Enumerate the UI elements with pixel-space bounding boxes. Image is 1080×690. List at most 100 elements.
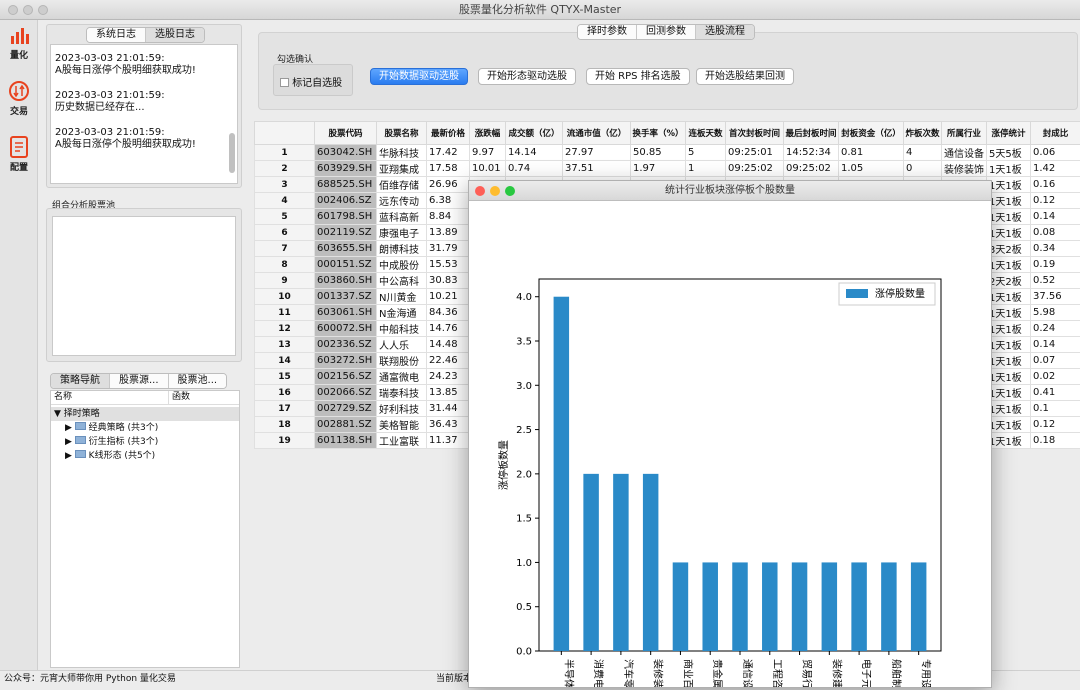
column-header[interactable]: 涨跌幅 [470, 122, 506, 145]
checkbox-box[interactable] [280, 78, 289, 87]
bar [583, 474, 598, 651]
bar [613, 474, 628, 651]
table-cell: 0.02 [1031, 369, 1080, 385]
table-cell: 30.83 [427, 273, 470, 289]
column-header[interactable]: 股票名称 [377, 122, 427, 145]
tree-node[interactable]: ▶ 衍生指标 (共3个) [51, 435, 239, 449]
column-header[interactable]: 连板天数 [686, 122, 726, 145]
sidebar-item-trade[interactable]: 交易 [3, 80, 35, 124]
checkbox-label: 标记自选股 [292, 78, 342, 89]
x-tick-label: 半导体 [562, 659, 575, 687]
table-row[interactable]: 2603929.SH亚翔集成17.5810.010.7437.511.97109… [255, 161, 1080, 177]
y-tick-label: 4.0 [516, 292, 532, 303]
table-cell: 1天1板 [987, 417, 1031, 433]
table-row[interactable]: 1603042.SH华脉科技17.429.9714.1427.9750.8550… [255, 145, 1080, 161]
table-cell: 0.41 [1031, 385, 1080, 401]
log-scrollbar[interactable] [229, 133, 235, 173]
table-cell: 1.42 [1031, 161, 1080, 177]
row-index: 11 [255, 305, 315, 321]
log-time: 2023-03-03 21:01:59: [55, 127, 233, 139]
close-window-button[interactable] [8, 5, 18, 15]
tab-selection-flow[interactable]: 选股流程 [696, 25, 754, 39]
table-cell: 康强电子 [377, 225, 427, 241]
close-icon[interactable] [475, 186, 485, 196]
sidebar-item-config[interactable]: 配置 [3, 136, 35, 180]
column-header[interactable]: 成交额（亿） [506, 122, 563, 145]
table-cell: 0.16 [1031, 177, 1080, 193]
tree-node[interactable]: ▶ 经典策略 (共3个) [51, 421, 239, 435]
y-tick-label: 1.5 [516, 514, 532, 525]
table-cell: 17.58 [427, 161, 470, 177]
column-header[interactable]: 封成比 [1031, 122, 1080, 145]
column-header[interactable]: 最新价格 [427, 122, 470, 145]
table-cell: 0.14 [1031, 209, 1080, 225]
table-header-row: 股票代码股票名称最新价格涨跌幅成交额（亿）流通市值（亿）换手率（%）连板天数首次… [255, 122, 1080, 145]
table-cell: 0.52 [1031, 273, 1080, 289]
tab-stock-pool[interactable]: 股票池... [169, 374, 227, 388]
table-cell: 11.37 [427, 433, 470, 449]
table-cell: 联翔股份 [377, 353, 427, 369]
table-cell: 朗博科技 [377, 241, 427, 257]
tab-selection-log[interactable]: 选股日志 [146, 28, 204, 42]
table-cell: 1天1板 [987, 321, 1031, 337]
table-cell: 佰维存储 [377, 177, 427, 193]
tab-timing-params[interactable]: 择时参数 [578, 25, 637, 39]
table-cell: 通富微电 [377, 369, 427, 385]
pool-list[interactable] [52, 216, 236, 356]
zoom-icon[interactable] [505, 186, 515, 196]
mark-watchlist-checkbox[interactable]: 标记自选股 [280, 74, 342, 89]
table-cell: 09:25:02 [784, 161, 839, 177]
col-name: 名称 [51, 391, 169, 404]
table-cell: 1 [686, 161, 726, 177]
column-header[interactable]: 炸板次数 [904, 122, 942, 145]
bar [911, 562, 926, 651]
tab-stock-source[interactable]: 股票源... [110, 374, 169, 388]
tab-strategy-nav[interactable]: 策略导航 [51, 374, 110, 388]
tree-root[interactable]: ▼ 择时策略 [51, 407, 239, 421]
sidebar-item-quant[interactable]: 量化 [3, 26, 35, 70]
table-cell: 603860.SH [315, 273, 377, 289]
table-cell: 通信设备 [942, 145, 987, 161]
table-cell: 华脉科技 [377, 145, 427, 161]
x-tick-label: 船舶制造 [890, 659, 903, 687]
row-index: 2 [255, 161, 315, 177]
table-cell: 603061.SH [315, 305, 377, 321]
bar-chart-icon [8, 26, 30, 46]
zoom-window-button[interactable] [38, 5, 48, 15]
table-cell: 1天1板 [987, 433, 1031, 449]
tree-root-label: 择时策略 [64, 409, 100, 419]
legend-label: 涨停股数量 [875, 287, 925, 300]
tree-node[interactable]: ▶ K线形态 (共5个) [51, 449, 239, 463]
folder-icon [75, 436, 86, 444]
table-cell: 6.38 [427, 193, 470, 209]
column-header[interactable]: 封板资金（亿） [839, 122, 904, 145]
log-text-area[interactable]: 2023-03-03 21:01:59:A股每日涨停个股明细获取成功! 2023… [50, 44, 238, 184]
table-cell: 3天2板 [987, 241, 1031, 257]
table-cell: 4 [904, 145, 942, 161]
bar [643, 474, 658, 651]
minimize-window-button[interactable] [23, 5, 33, 15]
column-header[interactable]: 换手率（%） [631, 122, 686, 145]
tab-system-log[interactable]: 系统日志 [87, 28, 146, 42]
column-header[interactable]: 首次封板时间 [726, 122, 784, 145]
minimize-icon[interactable] [490, 186, 500, 196]
column-header[interactable]: 流通市值（亿） [563, 122, 631, 145]
rps-rank-select-button[interactable]: 开始 RPS 排名选股 [586, 68, 690, 85]
column-header[interactable]: 所属行业 [942, 122, 987, 145]
column-header[interactable]: 涨停统计 [987, 122, 1031, 145]
column-header[interactable]: 股票代码 [315, 122, 377, 145]
x-tick-label: 装修装饰 [652, 659, 665, 687]
backtest-result-button[interactable]: 开始选股结果回测 [696, 68, 794, 85]
table-cell: 002729.SZ [315, 401, 377, 417]
table-cell: 600072.SH [315, 321, 377, 337]
table-cell: 1天1板 [987, 257, 1031, 273]
tab-backtest-params[interactable]: 回测参数 [637, 25, 696, 39]
table-cell: 603655.SH [315, 241, 377, 257]
data-driven-select-button[interactable]: 开始数据驱动选股 [370, 68, 468, 85]
table-cell: 1.05 [839, 161, 904, 177]
sidebar-item-label: 交易 [10, 107, 28, 117]
pattern-driven-select-button[interactable]: 开始形态驱动选股 [478, 68, 576, 85]
y-tick-label: 2.5 [516, 425, 532, 436]
table-cell: 37.56 [1031, 289, 1080, 305]
column-header[interactable]: 最后封板时间 [784, 122, 839, 145]
